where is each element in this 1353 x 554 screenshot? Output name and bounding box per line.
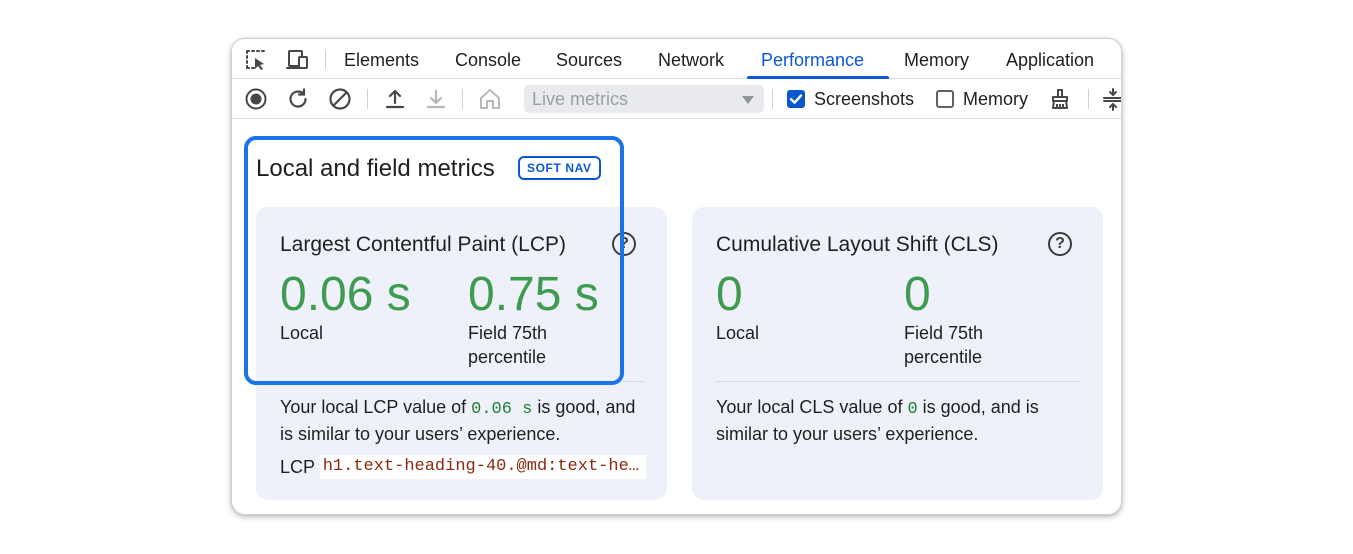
cls-desc-value: 0 — [907, 400, 918, 419]
lcp-field-value: 0.75 s — [468, 268, 599, 321]
help-icon[interactable]: ? — [612, 232, 636, 256]
lcp-local-label: Local — [280, 323, 324, 343]
card-divider — [716, 381, 1080, 382]
tab-performance[interactable]: Performance — [761, 39, 864, 79]
lcp-field-label: Field 75th percentile — [468, 323, 548, 367]
download-icon — [424, 87, 448, 111]
collapse-icon[interactable] — [1101, 87, 1121, 111]
section-title: Local and field metrics — [256, 155, 495, 182]
tab-application[interactable]: Application — [1006, 39, 1094, 79]
lcp-local-value: 0.06 s — [280, 268, 411, 321]
tab-elements[interactable]: Elements — [344, 39, 419, 79]
toolbar-separator — [772, 89, 773, 109]
toolbar-separator — [367, 89, 368, 109]
cls-description: Your local CLS value of 0 is good, and i… — [716, 395, 1080, 446]
lcp-description: Your local LCP value of 0.06 s is good, … — [280, 395, 652, 446]
screenshots-label[interactable]: Screenshots — [814, 79, 914, 119]
lcp-metric-card: Largest Contentful Paint (LCP) ? 0.06 s … — [256, 207, 667, 500]
tab-network[interactable]: Network — [658, 39, 724, 79]
dropdown-value: Live metrics — [532, 89, 629, 109]
toolbar-separator — [462, 89, 463, 109]
lcp-card-title: Largest Contentful Paint (LCP) — [280, 233, 566, 256]
garbage-collect-icon[interactable] — [1048, 87, 1072, 111]
cls-card-title: Cumulative Layout Shift (CLS) — [716, 233, 999, 256]
device-toolbar-icon[interactable] — [286, 48, 310, 72]
soft-nav-badge: SOFT NAV — [518, 156, 601, 180]
performance-toolbar: Live metrics Screenshots Memory — [232, 79, 1121, 119]
memory-checkbox[interactable] — [936, 90, 954, 108]
lcp-element-row: LCP h1.text-heading-40.@md:text-heading-… — [280, 455, 646, 479]
live-metrics-dropdown[interactable]: Live metrics — [524, 85, 764, 113]
cls-field-label: Field 75th percentile — [904, 323, 984, 367]
toolbar-separator — [1088, 89, 1089, 109]
cls-metric-card: Cumulative Layout Shift (CLS) ? 0 0 Loca… — [692, 207, 1103, 500]
tabbar-separator — [325, 49, 326, 69]
memory-label[interactable]: Memory — [963, 79, 1028, 119]
lcp-element-label: LCP — [280, 457, 315, 477]
cls-local-label: Local — [716, 323, 760, 343]
cls-desc-prefix: Your local CLS value of — [716, 397, 908, 417]
upload-icon[interactable] — [383, 87, 407, 111]
lcp-desc-value: 0.06 s — [471, 400, 533, 419]
inspect-element-icon[interactable] — [244, 48, 268, 72]
cls-local-value: 0 — [716, 268, 743, 321]
tab-console[interactable]: Console — [455, 39, 521, 79]
chevron-down-icon — [742, 96, 754, 104]
home-icon — [478, 87, 502, 111]
card-divider — [280, 381, 644, 382]
tab-memory[interactable]: Memory — [904, 39, 969, 79]
record-icon[interactable] — [244, 87, 268, 111]
screenshots-checkbox[interactable] — [787, 90, 805, 108]
clear-icon[interactable] — [328, 87, 352, 111]
cls-field-value: 0 — [904, 268, 931, 321]
tab-sources[interactable]: Sources — [556, 39, 622, 79]
devtools-window: Elements Console Sources Network Perform… — [231, 38, 1122, 515]
reload-record-icon[interactable] — [286, 87, 310, 111]
devtools-tabbar: Elements Console Sources Network Perform… — [232, 39, 1121, 79]
lcp-desc-prefix: Your local LCP value of — [280, 397, 472, 417]
lcp-element-node-link[interactable]: h1.text-heading-40.@md:text-heading-48 — [319, 455, 646, 479]
help-icon[interactable]: ? — [1048, 232, 1072, 256]
